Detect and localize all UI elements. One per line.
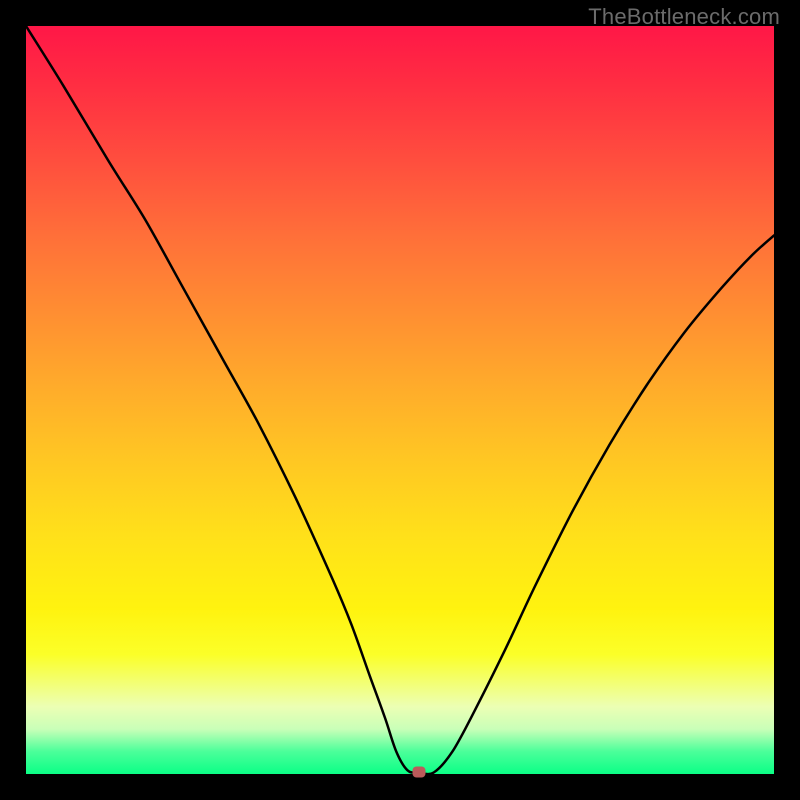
plot-area xyxy=(26,26,774,774)
chart-frame: TheBottleneck.com xyxy=(0,0,800,800)
watermark-label: TheBottleneck.com xyxy=(588,4,780,30)
bottleneck-curve xyxy=(26,26,774,774)
optimal-point-marker xyxy=(412,766,425,777)
